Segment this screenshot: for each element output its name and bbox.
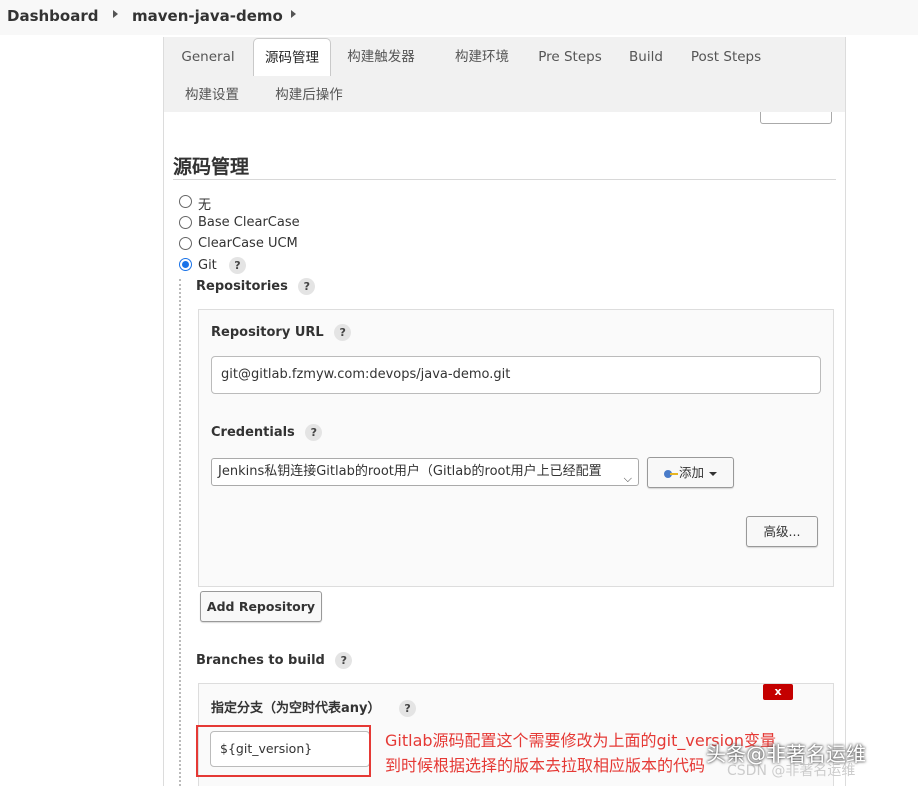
help-icon[interactable]: ?	[298, 278, 316, 295]
radio-none[interactable]	[179, 195, 192, 208]
radio-base-clearcase[interactable]	[179, 216, 192, 229]
scm-option-label: ClearCase UCM	[198, 236, 298, 251]
repository-url-input[interactable]: git@gitlab.fzmyw.com:devops/java-demo.gi…	[211, 356, 821, 394]
scm-option-clearcase-ucm[interactable]: ClearCase UCM	[179, 236, 379, 252]
add-credentials-label: 添加	[678, 465, 704, 480]
branch-specifier-label-text: 指定分支（为空时代表any）	[211, 701, 381, 716]
scm-option-git-text: Git	[198, 258, 217, 273]
config-panel: General 源码管理 构建触发器 构建环境 Pre Steps Build …	[163, 37, 846, 786]
credentials-selected-value: Jenkins私钥连接Gitlab的root用户（Gitlab的root用户上已…	[218, 464, 602, 479]
add-credentials-button[interactable]: 添加	[647, 457, 734, 488]
repository-url-label: Repository URL ?	[211, 324, 352, 341]
caret-down-icon	[709, 471, 717, 476]
branches-label: Branches to build ?	[196, 652, 353, 669]
repositories-label-text: Repositories	[196, 279, 288, 294]
tab-post-steps[interactable]: Post Steps	[686, 38, 766, 76]
chevron-right-icon[interactable]	[113, 10, 118, 18]
parameters-button-partial[interactable]	[760, 112, 832, 124]
repositories-label: Repositories ?	[196, 278, 316, 295]
breadcrumb-job[interactable]: maven-java-demo	[132, 7, 283, 25]
branch-specifier-label: 指定分支（为空时代表any） ?	[211, 697, 417, 717]
tab-build[interactable]: Build	[621, 38, 671, 76]
annotation-highlight-box	[196, 725, 371, 777]
git-options-guide	[179, 279, 181, 786]
breadcrumb-dashboard[interactable]: Dashboard	[7, 7, 98, 25]
scm-option-base-clearcase[interactable]: Base ClearCase	[179, 215, 379, 231]
delete-branch-button[interactable]: x	[763, 684, 793, 700]
repository-url-label-text: Repository URL	[211, 325, 324, 340]
key-icon	[663, 469, 678, 478]
tab-build-settings[interactable]: 构建设置	[173, 76, 251, 114]
tab-general[interactable]: General	[173, 38, 243, 76]
tab-post-build-actions[interactable]: 构建后操作	[264, 76, 354, 114]
branches-label-text: Branches to build	[196, 653, 325, 668]
advanced-button[interactable]: 高级...	[746, 516, 818, 547]
section-divider	[173, 179, 836, 180]
tab-build-environment[interactable]: 构建环境	[442, 38, 522, 76]
help-icon[interactable]: ?	[399, 700, 417, 717]
credentials-label-text: Credentials	[211, 425, 295, 440]
section-title: 源码管理	[173, 156, 250, 178]
radio-git[interactable]	[179, 258, 192, 271]
help-icon[interactable]: ?	[335, 652, 353, 669]
watermark-toutiao: 头条@非著名运维	[706, 742, 866, 766]
radio-clearcase-ucm[interactable]	[179, 237, 192, 250]
chevron-right-icon[interactable]	[291, 10, 296, 18]
scm-option-git[interactable]: Git ?	[179, 257, 379, 275]
add-repository-button[interactable]: Add Repository	[200, 591, 322, 622]
help-icon[interactable]: ?	[305, 424, 323, 441]
chevron-down-icon: ⌵	[623, 472, 632, 485]
tab-scm[interactable]: 源码管理	[253, 38, 331, 76]
scm-option-none[interactable]: 无	[179, 194, 379, 213]
tab-pre-steps[interactable]: Pre Steps	[534, 38, 606, 76]
help-icon[interactable]: ?	[228, 257, 246, 274]
help-icon[interactable]: ?	[334, 324, 352, 341]
credentials-select[interactable]: Jenkins私钥连接Gitlab的root用户（Gitlab的root用户上已…	[211, 458, 639, 486]
config-tabs: General 源码管理 构建触发器 构建环境 Pre Steps Build …	[164, 37, 845, 112]
scm-option-label: 无	[198, 198, 212, 213]
credentials-label: Credentials ?	[211, 424, 323, 441]
scm-option-label: Git ?	[198, 257, 246, 274]
scm-option-label: Base ClearCase	[198, 215, 300, 230]
annotation-line-2: 到时候根据选择的版本去拉取相应版本的代码	[385, 756, 706, 775]
repository-config-box: Repository URL ? git@gitlab.fzmyw.com:de…	[198, 309, 834, 587]
tab-build-triggers[interactable]: 构建触发器	[341, 38, 421, 76]
breadcrumb: Dashboard maven-java-demo	[0, 0, 918, 35]
